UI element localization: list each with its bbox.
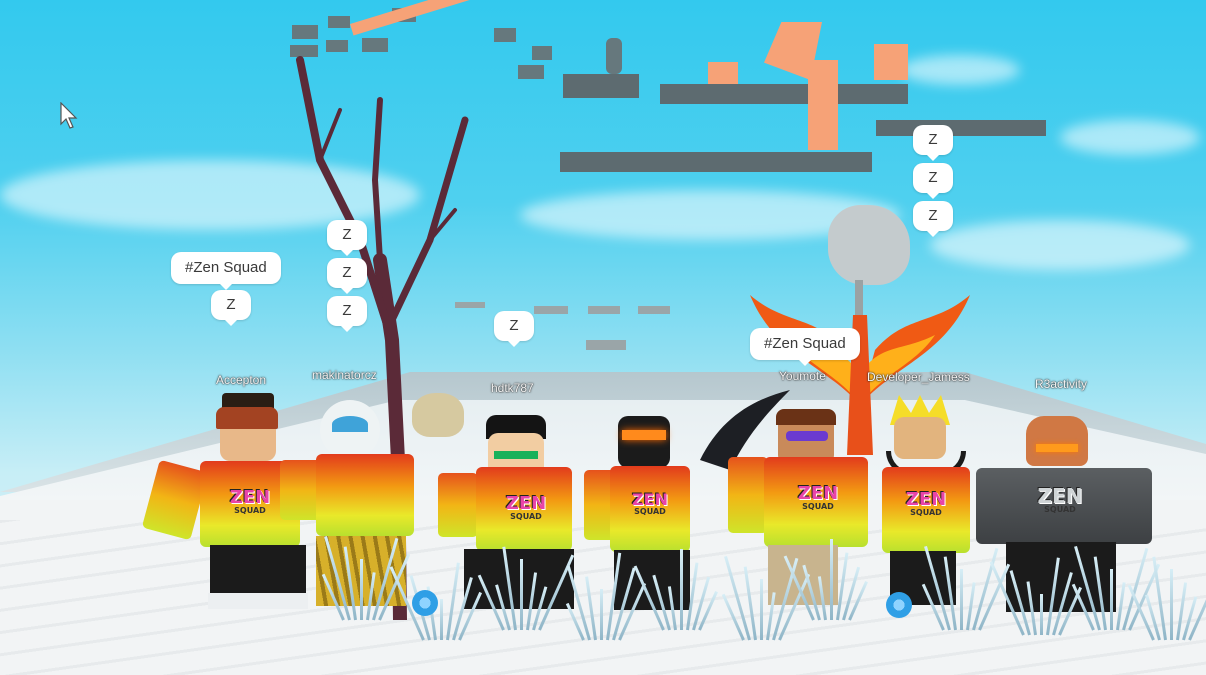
shirt-logo: ZEN SQUAD [632,490,668,516]
crystal-blade [360,559,363,620]
grey-shirt-logo: ZEN SQUAD [1037,484,1083,514]
crystal-blade [520,559,523,630]
crystal-blade [1110,569,1113,630]
crystal-blade [760,579,763,640]
name-tag-r3activity: R3activity [1035,377,1088,391]
cloud [900,55,1020,85]
avatar-head [618,416,670,468]
crystal-blade [600,589,603,640]
game-viewport[interactable]: ZENSQUAD ZENSQUAD ZENSQUAD ZENSQUAD [0,0,1206,675]
floating-block [494,28,516,42]
glowing-eyes [1036,444,1078,452]
name-tag-hdtk787: hdtk787 [491,381,534,395]
mouse-cursor-icon [60,102,78,129]
stepping-stone [638,306,670,314]
chat-bubble: #Zen Squad [750,328,860,366]
shirt-logo: ZEN SQUAD [905,489,947,517]
sunglasses [786,431,828,441]
name-tag-makinatorcz: makinatorcz [312,368,377,382]
blue-flower [886,592,912,618]
crystal-blade [830,539,833,620]
floating-block [532,46,552,60]
crystal-blade [1170,569,1173,640]
stepping-stone [586,340,626,350]
shirt-logo: ZEN SQUAD [505,493,547,521]
floating-block [292,25,318,39]
chat-bubble: Z [913,201,953,237]
avatar-torso [316,454,414,536]
shirt-logo: ZEN SQUAD [229,487,271,515]
chat-bubble: Z [913,163,953,199]
shirt-logo: ZEN SQUAD [797,483,839,511]
floating-platform [563,74,639,98]
crystal-blade [1040,594,1043,635]
glowing-visor [622,430,666,440]
avatar-arm [438,473,478,537]
orange-block [708,62,738,84]
chat-bubble: Z [211,290,251,326]
hair [776,409,836,425]
floating-platform [876,120,1046,136]
name-tag-developer-jamess: Developer_Jamess [867,370,970,384]
hair [216,407,278,429]
stone-pillar [606,38,622,74]
crystal-blade [440,599,443,640]
orange-block [808,60,838,150]
name-tag-accepton: Accepton [216,373,267,387]
cloud [1060,120,1200,155]
chat-bubble: Z [913,125,953,161]
blue-flower [412,590,438,616]
floating-platform [660,84,908,104]
name-tag-youmote: Youmote [779,369,826,383]
stepping-stone [588,306,620,314]
floating-block [328,16,350,28]
crystal-blade [680,549,683,630]
chat-bubble: Z [327,296,367,332]
orange-block [874,44,908,80]
avatar-arm [141,459,209,541]
avatar-arm [728,457,768,533]
chat-bubble: Z [494,311,534,347]
floating-platform [560,152,872,172]
floating-block [518,65,544,79]
sunglasses [494,451,538,459]
chat-bubble: #Zen Squad [171,252,281,290]
stepping-stone [534,306,568,314]
avatar-head [1026,416,1088,466]
blue-hat [332,416,368,432]
chat-bubble: Z [327,220,367,256]
chat-bubble: Z [327,258,367,294]
crystal-blade [960,569,963,630]
